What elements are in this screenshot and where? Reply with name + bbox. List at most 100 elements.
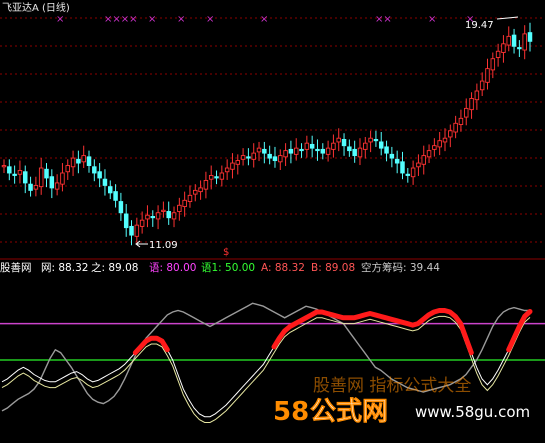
candle-body bbox=[490, 58, 496, 71]
signal-marker: × bbox=[148, 14, 156, 25]
candle-body bbox=[214, 176, 219, 179]
signal-marker: ×× bbox=[375, 14, 392, 25]
candle-body bbox=[458, 117, 464, 125]
candle-body bbox=[262, 148, 267, 154]
signal-marker: × bbox=[56, 14, 64, 25]
low-price-label: 11.09 bbox=[149, 240, 178, 251]
candle-body bbox=[394, 158, 400, 164]
candle-body bbox=[378, 141, 384, 149]
candle-body bbox=[187, 194, 193, 203]
candle-body bbox=[33, 184, 39, 190]
legend-item: 之: 89.08 bbox=[91, 261, 138, 274]
signal-marker: ×××× bbox=[104, 14, 138, 25]
chart-title: 飞亚达A (日线) bbox=[2, 1, 70, 14]
candle-body bbox=[235, 160, 241, 165]
candle-body bbox=[1, 165, 7, 168]
candle-body bbox=[150, 216, 156, 219]
candle-body bbox=[17, 170, 23, 175]
candle-body bbox=[299, 148, 304, 152]
legend-item: 网: 88.32 bbox=[41, 262, 88, 274]
candle-body bbox=[363, 142, 368, 150]
candle-body bbox=[129, 225, 134, 236]
candle-body bbox=[341, 139, 347, 147]
candle-body bbox=[293, 147, 299, 155]
signal-marker: × bbox=[177, 14, 185, 25]
candle-body bbox=[474, 90, 480, 101]
candle-body bbox=[193, 189, 198, 195]
candle-body bbox=[145, 214, 150, 220]
candle-body bbox=[108, 186, 113, 194]
high-price-label: 19.47 bbox=[465, 20, 494, 31]
watermark-url: www.58gu.com bbox=[415, 403, 530, 421]
candle-body bbox=[506, 35, 511, 46]
candle-body bbox=[320, 148, 326, 154]
candle-body bbox=[442, 137, 448, 143]
candle-body bbox=[347, 146, 352, 152]
candle-body bbox=[166, 211, 171, 219]
candle-body bbox=[384, 146, 389, 154]
candle-body bbox=[118, 201, 124, 214]
candle-body bbox=[400, 161, 405, 174]
watermark-caption: 股善网 指标公式大全 bbox=[313, 376, 471, 396]
stock-chart: × ×××× × × × × ×× × × 飞亚达A (日线) 19.47 11.09 $ 股善… bbox=[0, 0, 545, 443]
candle-body bbox=[352, 148, 357, 157]
candle-body bbox=[501, 43, 506, 53]
candle-body bbox=[23, 171, 28, 184]
candle-body bbox=[304, 142, 310, 150]
candle-body bbox=[54, 182, 60, 190]
candle-body bbox=[421, 155, 426, 165]
candle-body bbox=[437, 140, 442, 148]
candle-body bbox=[373, 139, 379, 142]
candle-body bbox=[357, 147, 363, 158]
candle-body bbox=[60, 172, 65, 185]
candle-body bbox=[171, 212, 177, 220]
signal-marker: × bbox=[260, 14, 268, 25]
candle-body bbox=[389, 153, 395, 159]
candle-body bbox=[527, 32, 533, 42]
candle-body bbox=[479, 80, 485, 91]
legend-item: 空方筹码: 39.44 bbox=[361, 261, 440, 274]
candle-body bbox=[267, 153, 272, 159]
watermark-number: 58 bbox=[273, 397, 309, 427]
candle-body bbox=[7, 166, 12, 174]
candle-body bbox=[134, 224, 140, 237]
candle-body bbox=[219, 172, 225, 180]
candle-body bbox=[76, 158, 81, 164]
candle-body bbox=[86, 156, 92, 166]
candle-body bbox=[246, 156, 251, 159]
candle-body bbox=[81, 155, 86, 163]
candle-body bbox=[208, 175, 214, 180]
candle-body bbox=[522, 33, 527, 51]
candle-body bbox=[469, 98, 474, 111]
candle-body bbox=[182, 199, 187, 207]
candle-body bbox=[224, 167, 230, 173]
candle-body bbox=[230, 162, 235, 170]
candle-body bbox=[288, 148, 294, 154]
candle-body bbox=[336, 137, 341, 143]
signal-marker: × bbox=[206, 14, 214, 25]
s-marker: $ bbox=[223, 247, 229, 258]
candle-body bbox=[463, 107, 469, 118]
candle-body bbox=[240, 155, 246, 160]
candle-body bbox=[256, 147, 262, 153]
candle-body bbox=[123, 213, 129, 229]
candle-body bbox=[49, 176, 55, 189]
candle-body bbox=[198, 187, 203, 193]
candle-body bbox=[325, 147, 331, 155]
candle-body bbox=[405, 173, 411, 176]
candle-body bbox=[251, 152, 256, 160]
candle-body bbox=[517, 47, 522, 50]
candle-body bbox=[331, 142, 336, 150]
candle-body bbox=[28, 183, 33, 191]
candle-body bbox=[309, 143, 315, 149]
watermark-brand: 公式网 bbox=[310, 397, 388, 427]
candle-body bbox=[92, 166, 97, 174]
candle-body bbox=[102, 178, 108, 186]
candle-body bbox=[203, 179, 209, 190]
candle-body bbox=[426, 150, 432, 158]
candle-body bbox=[12, 173, 17, 176]
candle-body bbox=[70, 157, 76, 168]
candle-body bbox=[278, 155, 283, 163]
candle-body bbox=[416, 162, 421, 168]
legend-item: 股善网 bbox=[0, 261, 32, 274]
